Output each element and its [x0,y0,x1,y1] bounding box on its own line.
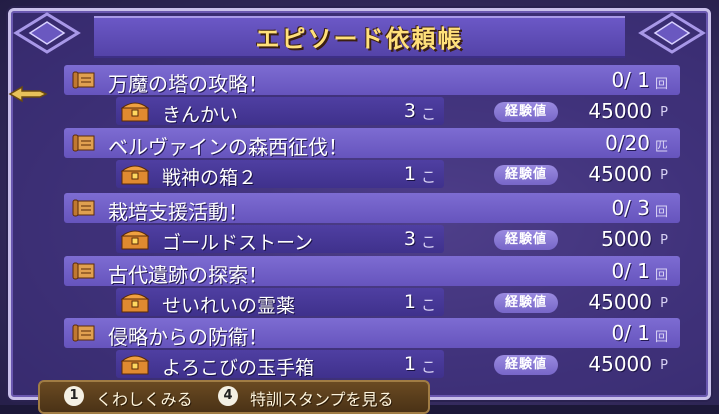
quest-entry[interactable]: 栽培支援活動！ 0/ 3 回 ゴールドストーン 3 こ 経験値 5000 P [64,193,680,255]
quest-entry[interactable]: 古代遺跡の探索！ 0/ 1 回 せいれいの霊薬 1 こ 経験値 45000 P [64,256,680,318]
reward-item-name: ゴールドストーン [162,232,314,254]
exp-badge: 経験値 [494,102,558,122]
exp-value: 5000 [601,227,652,251]
quest-title: ベルヴァインの森西征伐！ [108,135,348,159]
quest-entry[interactable]: ベルヴァインの森西征伐！ 0/20 匹 戦神の箱２ 1 こ 経験値 45000 … [64,128,680,190]
quantity-unit: こ [420,233,436,251]
reward-row: せいれいの霊薬 1 こ [116,288,444,317]
scroll-icon [72,324,95,342]
quest-title: 古代遺跡の探索！ [108,263,268,287]
scroll-icon [72,262,95,280]
exp-unit: P [660,168,668,183]
button-4-icon[interactable]: 4 [218,386,238,406]
progress-unit: 回 [654,268,668,283]
exp-value: 45000 [588,352,652,376]
exp-unit: P [660,296,668,311]
treasure-chest-icon [120,293,150,313]
quest-progress: 0/ 1 [611,259,650,283]
exp-value: 45000 [588,162,652,186]
button-1-icon[interactable]: 1 [64,386,84,406]
reward-item-name: せいれいの霊薬 [162,295,296,317]
page-title: エピソード依頼帳 [255,25,464,53]
quest-row[interactable]: 侵略からの防衛！ 0/ 1 回 [64,318,680,349]
quest-entry[interactable]: 侵略からの防衛！ 0/ 1 回 よろこびの玉手箱 1 こ 経験値 45000 P [64,318,680,380]
quest-entry[interactable]: 万魔の塔の攻略！ 0/ 1 回 きんかい 3 こ 経験値 45000 P [64,65,680,127]
quantity-unit: こ [420,296,436,314]
quest-progress: 0/ 3 [611,196,650,220]
treasure-chest-icon [120,102,150,122]
reward-quantity: 3 [403,100,416,122]
reward-item-name: よろこびの玉手箱 [162,357,315,379]
progress-unit: 回 [654,330,668,345]
quest-row[interactable]: 栽培支援活動！ 0/ 3 回 [64,193,680,224]
quest-progress: 0/ 1 [611,68,650,92]
progress-unit: 回 [654,205,668,220]
scroll-icon [72,71,95,89]
quantity-unit: こ [420,105,436,123]
details-label[interactable]: くわしくみる [96,386,193,410]
quest-progress: 0/20 [605,131,650,155]
treasure-chest-icon [120,165,150,185]
quest-row[interactable]: ベルヴァインの森西征伐！ 0/20 匹 [64,128,680,159]
exp-badge: 経験値 [494,165,558,185]
exp-badge: 経験値 [494,355,558,375]
quantity-unit: こ [420,168,436,186]
exp-unit: P [660,358,668,373]
reward-item-name: 戦神の箱２ [162,167,258,189]
quest-title: 栽培支援活動！ [108,200,248,224]
reward-row: きんかい 3 こ [116,97,444,126]
training-stamp-label[interactable]: 特訓スタンプを見る [250,386,394,410]
treasure-chest-icon [120,355,150,375]
quantity-unit: こ [420,358,436,376]
pointer-cursor-icon [8,85,48,103]
progress-unit: 回 [654,77,668,92]
scroll-icon [72,134,95,152]
reward-row: よろこびの玉手箱 1 こ [116,350,444,379]
exp-unit: P [660,105,668,120]
quest-row[interactable]: 万魔の塔の攻略！ 0/ 1 回 [64,65,680,96]
quest-row[interactable]: 古代遺跡の探索！ 0/ 1 回 [64,256,680,287]
progress-unit: 匹 [654,140,668,155]
reward-row: ゴールドストーン 3 こ [116,225,444,254]
reward-quantity: 1 [403,353,416,375]
exp-value: 45000 [588,290,652,314]
reward-quantity: 3 [403,228,416,250]
quest-title: 万魔の塔の攻略！ [108,72,268,96]
exp-unit: P [660,233,668,248]
reward-quantity: 1 [403,291,416,313]
button-guide-bar: 1 くわしくみる 4 特訓スタンプを見る [38,380,430,414]
exp-badge: 経験値 [494,293,558,313]
reward-row: 戦神の箱２ 1 こ [116,160,444,189]
exp-value: 45000 [588,99,652,123]
reward-item-name: きんかい [162,104,239,126]
exp-badge: 経験値 [494,230,558,250]
scroll-icon [72,199,95,217]
reward-quantity: 1 [403,163,416,185]
quest-title: 侵略からの防衛！ [108,325,268,349]
quest-progress: 0/ 1 [611,321,650,345]
treasure-chest-icon [120,230,150,250]
